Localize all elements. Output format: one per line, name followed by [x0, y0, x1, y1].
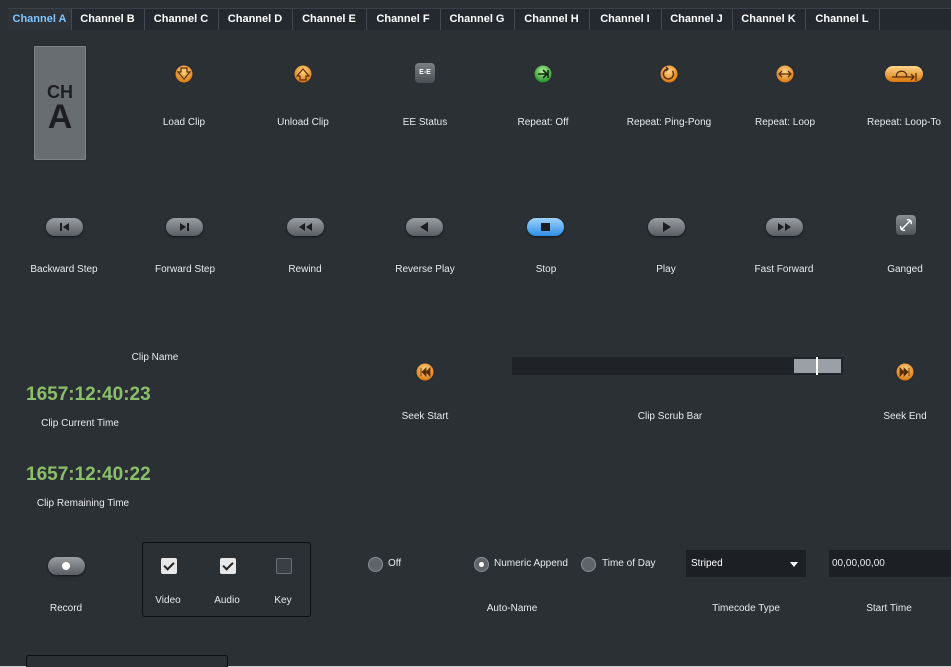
clip-name-label: Clip Name [131, 352, 179, 363]
rewind-button[interactable] [287, 218, 324, 236]
reverse-play-icon [420, 222, 428, 232]
bottom-panel-box [26, 655, 228, 667]
tab-channel-i[interactable]: Channel I [589, 9, 662, 30]
stop-label: Stop [535, 264, 557, 275]
clip-remaining-time-label: Clip Remaining Time [36, 498, 130, 509]
ee-status-icon[interactable]: E-E [415, 63, 435, 83]
app-frame: Channel A Channel B Channel C Channel D … [0, 0, 951, 667]
time-of-day-label: Time of Day [602, 558, 656, 569]
repeat-ping-pong-label: Repeat: Ping-Pong [626, 117, 712, 128]
start-time-label: Start Time [866, 603, 912, 614]
reverse-play-button[interactable] [406, 218, 443, 236]
seek-end-icon[interactable] [894, 361, 916, 383]
ganged-button[interactable] [896, 215, 916, 235]
tab-channel-g[interactable]: Channel G [440, 9, 515, 30]
seek-start-label: Seek Start [401, 411, 449, 422]
tab-channel-h[interactable]: Channel H [514, 9, 590, 30]
forward-step-label: Forward Step [154, 264, 216, 275]
stop-button[interactable] [527, 218, 564, 236]
key-label: Key [274, 595, 292, 606]
record-icon [62, 562, 70, 570]
ee-status-label: EE Status [402, 117, 448, 128]
clip-scrub-bar-label: Clip Scrub Bar [637, 411, 703, 422]
audio-label: Audio [214, 595, 240, 606]
reverse-play-label: Reverse Play [395, 264, 455, 275]
unload-clip-label: Unload Clip [277, 117, 329, 128]
backward-step-button[interactable] [46, 218, 83, 236]
repeat-off-icon[interactable] [532, 63, 554, 85]
chevron-down-icon [790, 562, 798, 567]
time-of-day-radio[interactable] [581, 557, 596, 572]
forward-step-icon [180, 223, 189, 231]
rewind-icon [299, 223, 312, 231]
load-clip-icon[interactable] [173, 63, 195, 85]
repeat-loop-icon[interactable] [774, 63, 796, 85]
ganged-label: Ganged [887, 264, 923, 275]
play-label: Play [656, 264, 676, 275]
channel-badge: CH A [32, 44, 88, 162]
start-time-value: 00,00,00,00 [832, 558, 885, 569]
seek-start-icon[interactable] [414, 361, 436, 383]
channel-tab-bar: Channel A Channel B Channel C Channel D … [8, 8, 951, 32]
clip-scrub-bar[interactable] [512, 357, 843, 375]
numeric-append-radio[interactable] [474, 557, 489, 572]
tab-channel-l[interactable]: Channel L [805, 9, 880, 30]
tab-channel-e[interactable]: Channel E [292, 9, 367, 30]
forward-step-button[interactable] [166, 218, 203, 236]
tab-channel-d[interactable]: Channel D [218, 9, 293, 30]
fast-forward-button[interactable] [766, 218, 803, 236]
tab-channel-j[interactable]: Channel J [661, 9, 733, 30]
stop-icon [541, 223, 550, 231]
clip-current-time: 1657:12:40:23 [26, 384, 151, 405]
play-icon [663, 222, 671, 232]
start-time-field[interactable]: 00,00,00,00 [829, 550, 951, 577]
tab-channel-k[interactable]: Channel K [732, 9, 806, 30]
timecode-type-label: Timecode Type [712, 603, 780, 614]
repeat-loop-to-icon[interactable] [883, 64, 925, 84]
auto-name-off-label: Off [388, 558, 402, 569]
backward-step-icon [60, 223, 69, 231]
tab-channel-f[interactable]: Channel F [366, 9, 441, 30]
tab-channel-b[interactable]: Channel B [71, 9, 145, 30]
load-clip-label: Load Clip [162, 117, 206, 128]
numeric-append-label: Numeric Append [494, 558, 568, 569]
timecode-type-dropdown[interactable]: Striped [686, 550, 806, 577]
tab-channel-c[interactable]: Channel C [144, 9, 219, 30]
rewind-label: Rewind [288, 264, 322, 275]
channel-badge-letter: A [47, 98, 73, 136]
timecode-type-value: Striped [691, 558, 723, 569]
auto-name-label: Auto-Name [486, 603, 538, 614]
repeat-loop-label: Repeat: Loop [754, 117, 816, 128]
backward-step-label: Backward Step [30, 264, 98, 275]
repeat-off-label: Repeat: Off [517, 117, 569, 128]
auto-name-off-radio[interactable] [368, 557, 383, 572]
audio-checkbox[interactable] [220, 558, 236, 574]
play-button[interactable] [648, 218, 685, 236]
clip-current-time-label: Clip Current Time [41, 418, 119, 429]
fast-forward-label: Fast Forward [754, 264, 814, 275]
repeat-loop-to-label: Repeat: Loop-To [867, 117, 941, 128]
tab-channel-a[interactable]: Channel A [8, 9, 72, 32]
clip-remaining-time: 1657:12:40:22 [26, 464, 151, 485]
video-label: Video [155, 595, 181, 606]
fast-forward-icon [778, 223, 791, 231]
key-checkbox[interactable] [276, 558, 292, 574]
link-icon [900, 219, 912, 231]
video-checkbox[interactable] [161, 558, 177, 574]
unload-clip-icon[interactable] [292, 63, 314, 85]
seek-end-label: Seek End [883, 411, 927, 422]
scrub-position-marker [816, 357, 818, 375]
record-button[interactable] [48, 557, 85, 575]
record-label: Record [49, 603, 83, 614]
repeat-ping-pong-icon[interactable] [658, 63, 680, 85]
